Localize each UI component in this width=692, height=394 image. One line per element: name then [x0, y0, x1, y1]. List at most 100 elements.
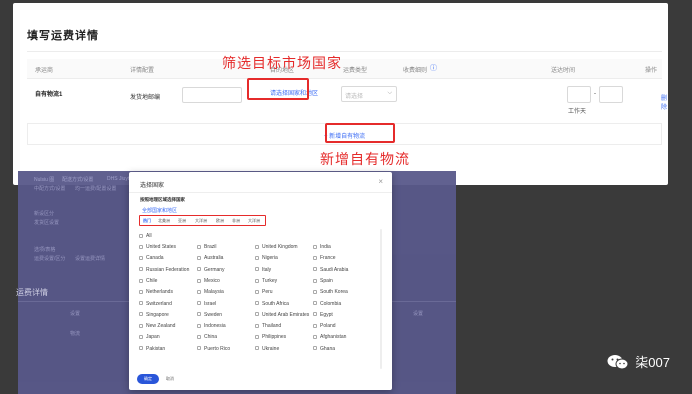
country-option[interactable]: Egypt — [313, 312, 333, 318]
checkbox[interactable] — [313, 312, 317, 317]
country-option[interactable]: India — [313, 244, 331, 250]
confirm-button[interactable]: 确定 — [137, 374, 159, 384]
tab-oceania[interactable]: 大洋洲 — [195, 218, 207, 224]
checkbox[interactable] — [255, 278, 259, 283]
checkbox[interactable] — [255, 346, 259, 351]
checkbox[interactable] — [255, 312, 259, 317]
checkbox[interactable] — [139, 335, 143, 340]
checkbox[interactable] — [313, 278, 317, 283]
checkbox[interactable] — [313, 244, 317, 249]
tab-asia[interactable]: 亚洲 — [178, 218, 186, 224]
checkbox[interactable] — [313, 335, 317, 340]
tab-europe[interactable]: 欧洲 — [216, 218, 224, 224]
checkbox[interactable] — [313, 346, 317, 351]
scrollbar[interactable] — [380, 229, 382, 369]
country-option[interactable]: Chile — [139, 278, 157, 284]
country-option[interactable]: Peru — [255, 289, 273, 295]
country-option[interactable]: Turkey — [255, 278, 277, 284]
country-all[interactable]: All — [139, 233, 152, 239]
checkbox[interactable] — [197, 244, 201, 249]
checkbox[interactable] — [139, 233, 143, 238]
checkbox[interactable] — [197, 301, 201, 306]
country-option[interactable]: Indonesia — [197, 323, 226, 329]
country-option[interactable]: Pakistan — [139, 346, 165, 352]
checkbox[interactable] — [197, 289, 201, 294]
cancel-button[interactable]: 取消 — [166, 376, 174, 382]
checkbox[interactable] — [139, 267, 143, 272]
country-option[interactable]: Puerto Rico — [197, 346, 230, 352]
country-option[interactable]: Nigeria — [255, 255, 278, 261]
checkbox[interactable] — [255, 335, 259, 340]
country-option[interactable]: South Africa — [255, 301, 289, 307]
checkbox[interactable] — [197, 335, 201, 340]
fee-type-select[interactable]: 请选择 ⌵ — [341, 86, 397, 102]
country-option[interactable]: Brazil — [197, 244, 217, 250]
checkbox[interactable] — [255, 301, 259, 306]
country-option[interactable]: Poland — [313, 323, 336, 329]
help-icon[interactable]: ⓘ — [430, 63, 437, 73]
checkbox[interactable] — [255, 255, 259, 260]
country-option[interactable]: Colombia — [313, 301, 341, 307]
tab-hot[interactable]: 热门 — [143, 218, 151, 224]
delete-link[interactable]: 删除 — [661, 93, 667, 111]
country-option[interactable]: Canada — [139, 255, 164, 261]
country-option[interactable]: Italy — [255, 267, 271, 273]
country-option[interactable]: South Korea — [313, 289, 348, 295]
country-option[interactable]: Philippines — [255, 334, 286, 340]
checkbox[interactable] — [197, 278, 201, 283]
checkbox[interactable] — [255, 323, 259, 328]
country-option[interactable]: Thailand — [255, 323, 281, 329]
country-option[interactable]: United States — [139, 244, 176, 250]
checkbox[interactable] — [139, 289, 143, 294]
country-option[interactable]: Ghana — [313, 346, 335, 352]
checkbox[interactable] — [313, 255, 317, 260]
checkbox[interactable] — [197, 346, 201, 351]
postcode-input[interactable] — [182, 87, 242, 103]
checkbox[interactable] — [197, 255, 201, 260]
checkbox[interactable] — [255, 289, 259, 294]
checkbox[interactable] — [139, 301, 143, 306]
country-option[interactable]: China — [197, 334, 217, 340]
country-option[interactable]: Australia — [197, 255, 223, 261]
country-option[interactable]: France — [313, 255, 336, 261]
checkbox[interactable] — [313, 289, 317, 294]
checkbox[interactable] — [139, 255, 143, 260]
country-option[interactable]: Germany — [197, 267, 225, 273]
checkbox[interactable] — [313, 267, 317, 272]
checkbox[interactable] — [139, 278, 143, 283]
country-option[interactable]: Mexico — [197, 278, 220, 284]
checkbox[interactable] — [139, 346, 143, 351]
country-option[interactable]: Switzerland — [139, 301, 172, 307]
country-option[interactable]: United Kingdom — [255, 244, 298, 250]
country-option[interactable]: Japan — [139, 334, 160, 340]
checkbox[interactable] — [197, 323, 201, 328]
country-option[interactable]: Netherlands — [139, 289, 173, 295]
checkbox[interactable] — [139, 312, 143, 317]
country-option[interactable]: Afghanistan — [313, 334, 346, 340]
time-max-input[interactable] — [599, 86, 623, 103]
select-all-link[interactable]: 全部国家和地区 — [142, 207, 177, 214]
country-option[interactable]: Russian Federation — [139, 267, 189, 273]
checkbox[interactable] — [255, 267, 259, 272]
checkbox[interactable] — [313, 301, 317, 306]
checkbox[interactable] — [255, 244, 259, 249]
country-option[interactable]: Spain — [313, 278, 333, 284]
country-option[interactable]: Singapore — [139, 312, 169, 318]
checkbox[interactable] — [197, 267, 201, 272]
checkbox[interactable] — [197, 312, 201, 317]
country-option[interactable]: Sweden — [197, 312, 222, 318]
country-option[interactable]: New Zealand — [139, 323, 175, 329]
country-option[interactable]: Israel — [197, 301, 216, 307]
close-icon[interactable]: × — [378, 177, 383, 186]
country-option[interactable]: United Arab Emirates — [255, 312, 309, 318]
checkbox[interactable] — [313, 323, 317, 328]
tab-africa[interactable]: 非洲 — [232, 218, 240, 224]
checkbox[interactable] — [139, 323, 143, 328]
time-min-input[interactable] — [567, 86, 591, 103]
tab-oceania-2[interactable]: 大洋洲 — [248, 218, 260, 224]
country-option[interactable]: Saudi Arabia — [313, 267, 348, 273]
country-option[interactable]: Ukraine — [255, 346, 279, 352]
country-option[interactable]: Malaysia — [197, 289, 224, 295]
checkbox[interactable] — [139, 244, 143, 249]
tab-north-america[interactable]: 北美洲 — [158, 218, 170, 224]
